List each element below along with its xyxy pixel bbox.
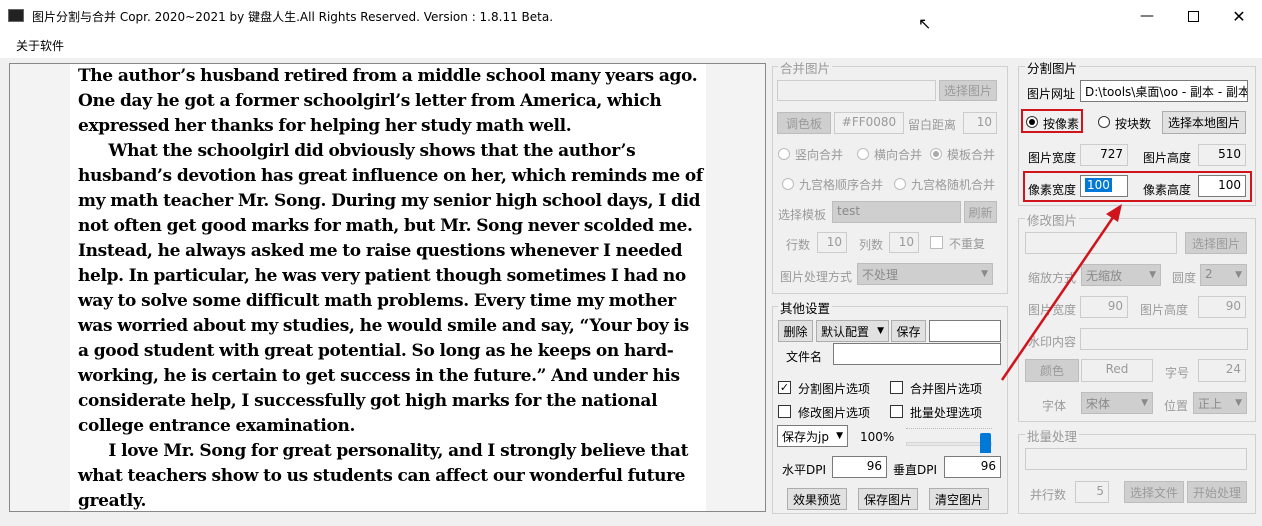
annotation-arrow — [1000, 204, 1122, 381]
